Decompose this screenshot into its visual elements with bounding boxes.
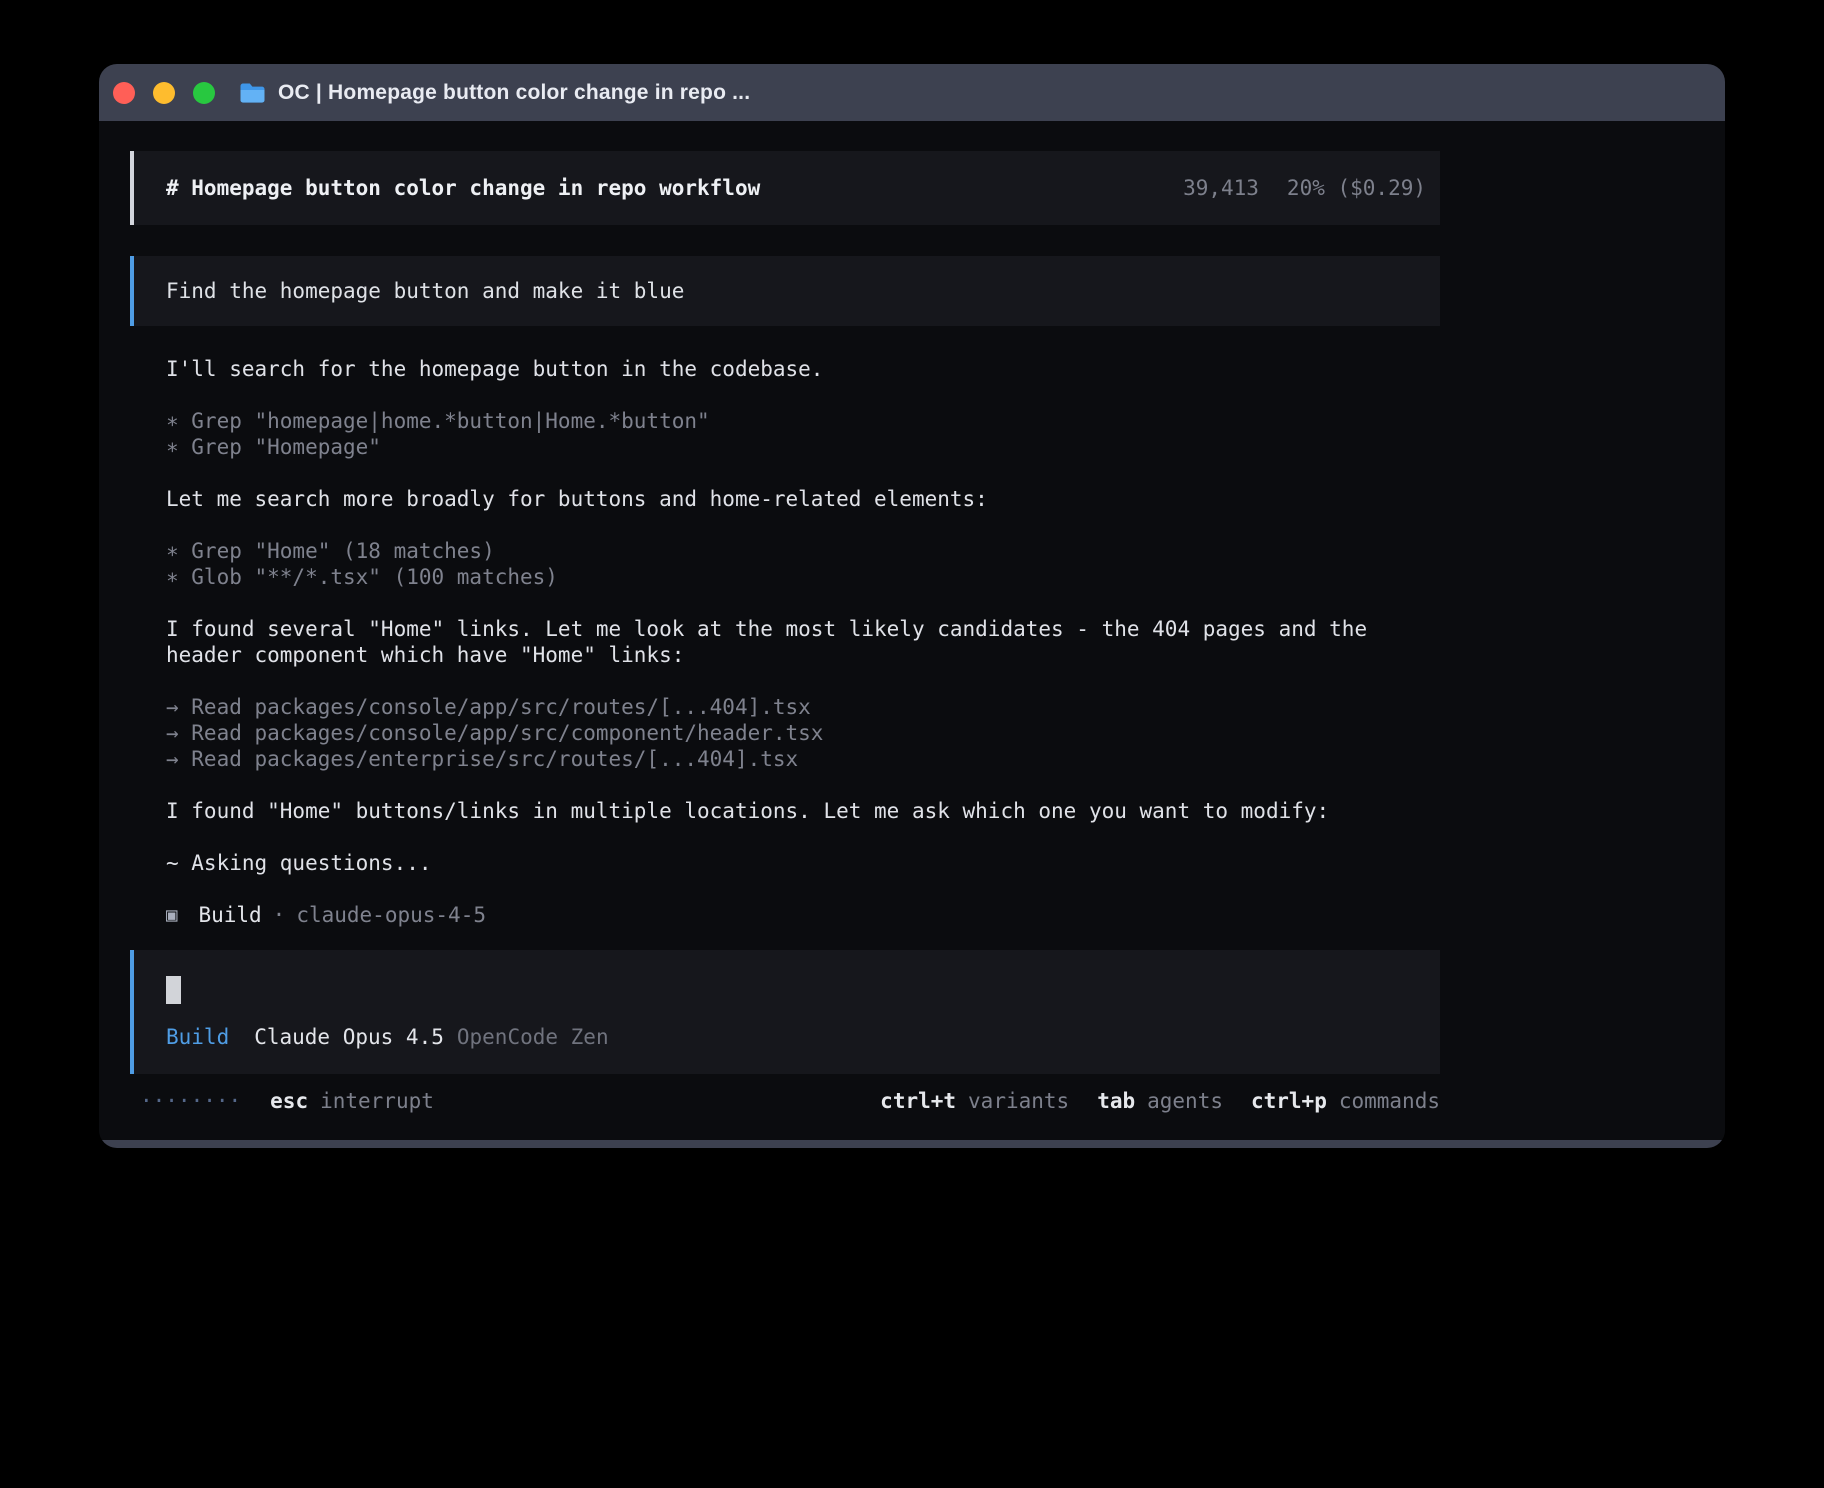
read-call-group: → Read packages/console/app/src/routes/[… (166, 694, 1440, 772)
assistant-message: I found several "Home" links. Let me loo… (166, 616, 1440, 668)
tool-call-read: → Read packages/console/app/src/componen… (166, 720, 1440, 746)
zoom-button[interactable] (193, 82, 215, 104)
context-usage: 20% ($0.29) (1287, 175, 1426, 201)
assistant-message: I found "Home" buttons/links in multiple… (166, 798, 1440, 824)
agents-label: agents (1147, 1088, 1223, 1114)
status-left: ········ esc interrupt (140, 1088, 434, 1114)
text-cursor (166, 976, 181, 1004)
tool-call-read: → Read packages/console/app/src/routes/[… (166, 694, 1440, 720)
token-count: 39,413 (1183, 175, 1259, 201)
variants-label: variants (968, 1088, 1069, 1114)
agent-mode-label: Build (166, 1024, 229, 1050)
window-bottom-edge (99, 1140, 1725, 1148)
tool-call-read: → Read packages/enterprise/src/routes/[.… (166, 746, 1440, 772)
session-stats: 39,413 20% ($0.29) (1183, 175, 1426, 201)
provider-label: OpenCode Zen (457, 1024, 609, 1050)
separator-dot: · (273, 902, 286, 928)
agent-model: claude-opus-4-5 (296, 902, 486, 928)
conversation: I'll search for the homepage button in t… (130, 356, 1440, 928)
prompt-input[interactable]: Build Claude Opus 4.5 OpenCode Zen (130, 950, 1440, 1074)
user-message-text: Find the homepage button and make it blu… (166, 278, 684, 304)
tool-call-group: ∗ Grep "homepage|home.*button|Home.*butt… (166, 408, 1440, 460)
session-title: # Homepage button color change in repo w… (166, 175, 760, 201)
spinner-dots: ········ (140, 1088, 241, 1114)
commands-label: commands (1339, 1088, 1440, 1114)
esc-key-hint: esc (270, 1088, 308, 1114)
status-bar: ········ esc interrupt ctrl+t variants t… (130, 1088, 1440, 1114)
session-header: # Homepage button color change in repo w… (130, 151, 1440, 225)
tool-call-grep: ∗ Grep "Home" (18 matches) (166, 538, 1440, 564)
shortcut-agents: tab agents (1097, 1088, 1223, 1114)
tool-call-grep: ∗ Grep "Homepage" (166, 434, 1440, 460)
shortcut-commands: ctrl+p commands (1251, 1088, 1440, 1114)
tab-key-hint: tab (1097, 1088, 1135, 1114)
ctrl-t-key-hint: ctrl+t (880, 1088, 956, 1114)
status-right: ctrl+t variants tab agents ctrl+p comman… (880, 1088, 1440, 1114)
minimize-button[interactable] (153, 82, 175, 104)
input-footer: Build Claude Opus 4.5 OpenCode Zen (166, 1024, 1440, 1050)
agent-name: Build (198, 902, 261, 928)
terminal-content: # Homepage button color change in repo w… (99, 121, 1725, 1140)
model-label: Claude Opus 4.5 (254, 1024, 444, 1050)
tool-call-grep: ∗ Grep "homepage|home.*button|Home.*butt… (166, 408, 1440, 434)
opencode-tui: # Homepage button color change in repo w… (130, 151, 1440, 1114)
folder-icon (239, 82, 266, 103)
assistant-message: Let me search more broadly for buttons a… (166, 486, 1440, 512)
shortcut-variants: ctrl+t variants (880, 1088, 1069, 1114)
titlebar-title-group: OC | Homepage button color change in rep… (239, 80, 750, 106)
traffic-lights (113, 82, 215, 104)
tool-call-group: ∗ Grep "Home" (18 matches) ∗ Glob "**/*.… (166, 538, 1440, 590)
activity-status: ~ Asking questions... (166, 850, 1440, 876)
user-message: Find the homepage button and make it blu… (130, 256, 1440, 326)
esc-label: interrupt (320, 1088, 434, 1114)
window-title: OC | Homepage button color change in rep… (278, 80, 750, 106)
close-button[interactable] (113, 82, 135, 104)
assistant-message: I'll search for the homepage button in t… (166, 356, 1440, 382)
terminal-window: OC | Homepage button color change in rep… (99, 64, 1725, 1148)
tool-call-glob: ∗ Glob "**/*.tsx" (100 matches) (166, 564, 1440, 590)
window-titlebar[interactable]: OC | Homepage button color change in rep… (99, 64, 1725, 121)
agent-status-line: ▣ Build · claude-opus-4-5 (166, 902, 1440, 928)
ctrl-p-key-hint: ctrl+p (1251, 1088, 1327, 1114)
agent-icon: ▣ (166, 902, 177, 928)
